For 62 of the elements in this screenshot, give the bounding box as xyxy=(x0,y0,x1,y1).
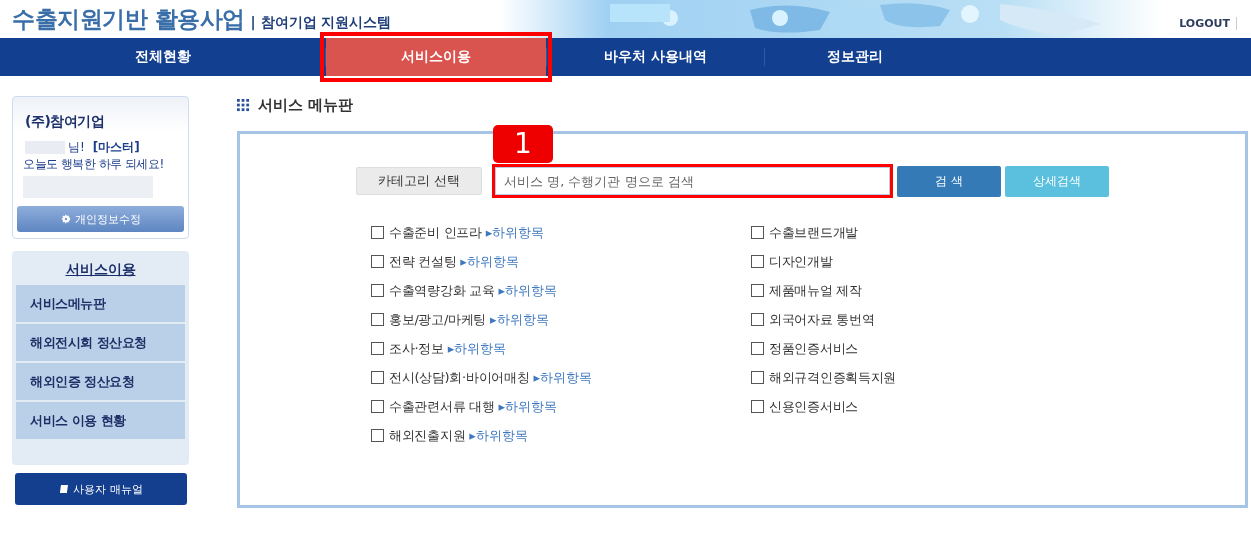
side-menu-item[interactable]: 해외인증 정산요청 xyxy=(16,363,185,402)
user-manual-button[interactable]: 사용자 매뉴얼 xyxy=(15,473,187,505)
checkbox[interactable] xyxy=(751,371,764,384)
search-field[interactable]: 서비스 명, 수행기관 명으로 검색 xyxy=(495,167,890,195)
checkbox[interactable] xyxy=(751,284,764,297)
checkbox[interactable] xyxy=(751,400,764,413)
checkbox[interactable] xyxy=(371,226,384,239)
gear-icon xyxy=(60,214,71,224)
subitems-link[interactable]: ▸하위항목 xyxy=(485,223,545,242)
category-label[interactable]: 수출관련서류 대행 xyxy=(389,397,495,416)
page-title: 서비스 메뉴판 xyxy=(258,95,354,115)
category-label[interactable]: 수출준비 인프라 xyxy=(389,223,482,242)
subitems-link[interactable]: ▸하위항목 xyxy=(490,310,549,329)
category-label[interactable]: 전략 컨설팅 xyxy=(389,252,457,271)
subitems-link[interactable]: ▸하위항목 xyxy=(469,426,528,445)
company-name: (주)참여기업 xyxy=(24,112,106,131)
subitems-link[interactable]: ▸하위항목 xyxy=(498,397,557,416)
category-label[interactable]: 전시(상담)회·바이어매칭 xyxy=(389,368,530,387)
category-label[interactable]: 디자인개발 xyxy=(769,252,833,271)
category-label[interactable]: 정품인증서비스 xyxy=(769,339,858,358)
subitems-link[interactable]: ▸하위항목 xyxy=(460,252,519,271)
side-menu-item[interactable]: 서비스메뉴판 xyxy=(16,285,185,324)
role-label: [마스터] xyxy=(92,139,140,156)
checkbox[interactable] xyxy=(371,400,384,413)
category-label[interactable]: 수출역량강화 교육 xyxy=(389,281,495,300)
category-label[interactable]: 제품매뉴얼 제작 xyxy=(769,281,862,300)
nav-tab[interactable]: 바우처 사용내역 xyxy=(584,38,727,76)
site-subtitle: | 참여기업 지원시스템 xyxy=(250,13,392,32)
checkbox[interactable] xyxy=(751,313,764,326)
subitems-link[interactable]: ▸하위항목 xyxy=(498,281,557,300)
nav-tab[interactable]: 전체현황 xyxy=(114,38,211,76)
category-select-button[interactable]: 카테고리 선택 xyxy=(356,167,482,195)
side-menu-title: 서비스이용 xyxy=(64,261,137,279)
category-label[interactable]: 해외진출지원 xyxy=(389,426,466,445)
search-button[interactable]: 검 색 xyxy=(897,165,1001,197)
checkbox[interactable] xyxy=(751,255,764,268)
site-title[interactable]: 수출지원기반 활용사업 xyxy=(12,3,245,35)
category-label[interactable]: 홍보/광고/마케팅 xyxy=(389,310,487,329)
category-label[interactable]: 수출브랜드개발 xyxy=(769,223,858,242)
subitems-link[interactable]: ▸하위항목 xyxy=(447,339,507,358)
subitems-link[interactable]: ▸하위항목 xyxy=(533,368,592,387)
checkbox[interactable] xyxy=(371,313,384,326)
category-label[interactable]: 외국어자료 통번역 xyxy=(769,310,875,329)
side-menu-item[interactable]: 해외전시회 정산요청 xyxy=(16,324,185,363)
checkbox[interactable] xyxy=(751,342,764,355)
checkbox[interactable] xyxy=(371,429,384,442)
side-menu-item[interactable]: 서비스 이용 현황 xyxy=(16,402,185,441)
category-label[interactable]: 신용인증서비스 xyxy=(769,397,858,416)
welcome-message: 오늘도 행복한 하루 되세요! xyxy=(22,156,165,173)
logout-link[interactable]: LOGOUT xyxy=(1179,17,1237,30)
book-icon xyxy=(59,484,70,494)
category-label[interactable]: 해외규격인증획득지원 xyxy=(769,368,896,387)
checkbox[interactable] xyxy=(751,226,764,239)
nav-tab[interactable]: 정보관리 xyxy=(807,38,903,76)
category-label[interactable]: 조사·정보 xyxy=(389,339,444,358)
checkbox[interactable] xyxy=(371,284,384,297)
checkbox[interactable] xyxy=(371,371,384,384)
checkbox[interactable] xyxy=(371,255,384,268)
checkbox[interactable] xyxy=(371,342,384,355)
greeting-text: 님! xyxy=(68,139,85,156)
grid-icon xyxy=(237,98,250,112)
callout-badge: 1 xyxy=(493,125,553,163)
